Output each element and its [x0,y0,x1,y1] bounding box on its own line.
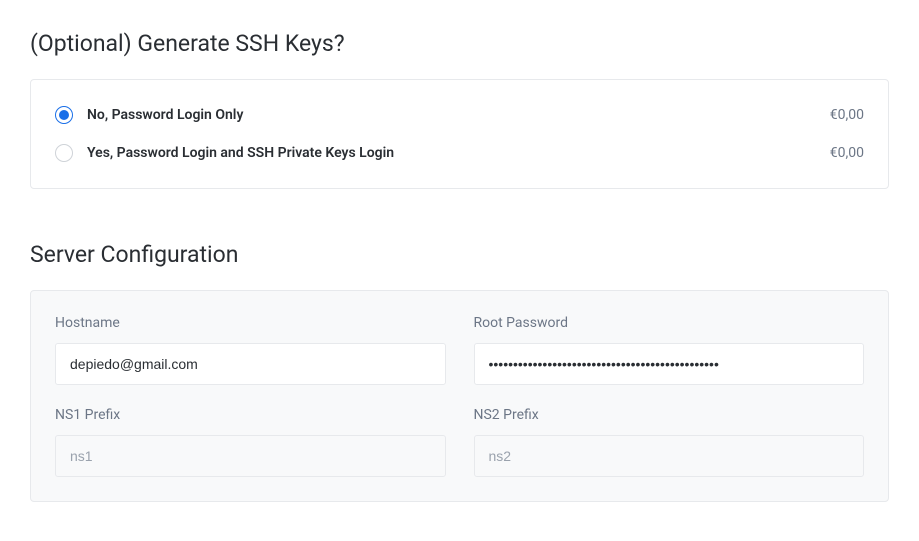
ssh-option-no[interactable]: No, Password Login Only €0,00 [55,100,864,130]
ns2-input[interactable] [474,435,865,477]
hostname-label: Hostname [55,315,446,331]
config-card: Hostname Root Password NS1 Prefix NS2 Pr… [30,290,889,502]
ns2-field-group: NS2 Prefix [474,407,865,477]
radio-icon [55,144,73,162]
ssh-options-card: No, Password Login Only €0,00 Yes, Passw… [30,79,889,189]
root-password-field-group: Root Password [474,315,865,385]
ssh-section-title: (Optional) Generate SSH Keys? [30,30,889,57]
ssh-option-label: Yes, Password Login and SSH Private Keys… [87,145,830,161]
radio-icon [55,106,73,124]
config-section-title: Server Configuration [30,241,889,268]
ssh-option-yes[interactable]: Yes, Password Login and SSH Private Keys… [55,138,864,168]
ns1-input[interactable] [55,435,446,477]
ns2-label: NS2 Prefix [474,407,865,423]
root-password-input[interactable] [474,343,865,385]
ns1-field-group: NS1 Prefix [55,407,446,477]
ssh-option-price: €0,00 [830,145,864,161]
hostname-input[interactable] [55,343,446,385]
hostname-field-group: Hostname [55,315,446,385]
ns1-label: NS1 Prefix [55,407,446,423]
root-password-label: Root Password [474,315,865,331]
ssh-option-price: €0,00 [830,107,864,123]
ssh-option-label: No, Password Login Only [87,107,830,123]
